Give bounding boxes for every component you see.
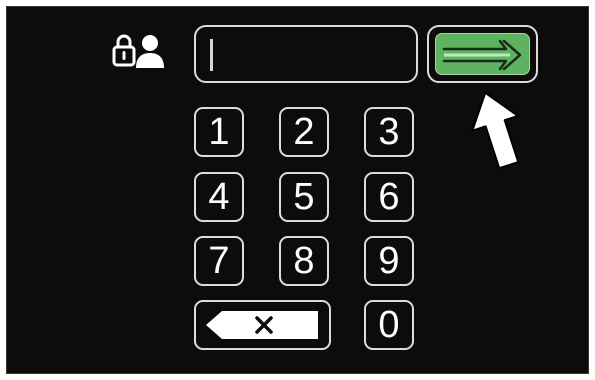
pin-input-field[interactable] xyxy=(194,25,418,83)
arrow-right-icon xyxy=(442,39,522,71)
enter-button-face xyxy=(435,33,530,75)
lock-icon xyxy=(112,34,136,67)
user-icon xyxy=(136,35,164,68)
key-5[interactable]: 5 xyxy=(279,172,329,222)
up-arrow-pointer-icon xyxy=(471,91,520,170)
enter-button[interactable] xyxy=(427,25,538,83)
backspace-button[interactable] xyxy=(194,300,331,350)
key-0[interactable]: 0 xyxy=(364,300,414,350)
lock-user-icon xyxy=(112,34,164,68)
key-8[interactable]: 8 xyxy=(279,236,329,286)
text-caret xyxy=(210,39,213,71)
key-2[interactable]: 2 xyxy=(279,107,329,157)
key-4[interactable]: 4 xyxy=(194,172,244,222)
key-1[interactable]: 1 xyxy=(194,107,244,157)
keypad-screen: 1 2 3 4 5 6 7 8 9 0 xyxy=(6,6,589,374)
key-6[interactable]: 6 xyxy=(364,172,414,222)
key-3[interactable]: 3 xyxy=(364,107,414,157)
key-9[interactable]: 9 xyxy=(364,236,414,286)
key-7[interactable]: 7 xyxy=(194,236,244,286)
backspace-icon xyxy=(206,311,318,339)
